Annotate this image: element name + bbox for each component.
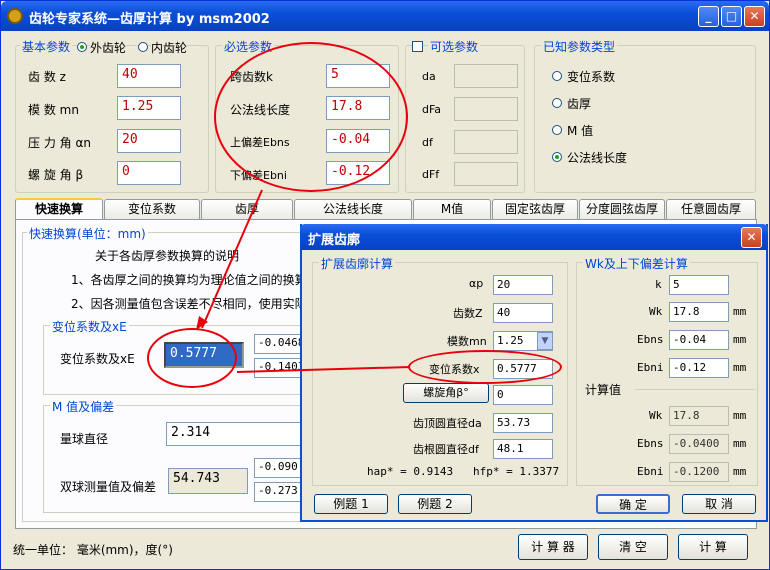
annotation-arrows [196, 189, 411, 373]
